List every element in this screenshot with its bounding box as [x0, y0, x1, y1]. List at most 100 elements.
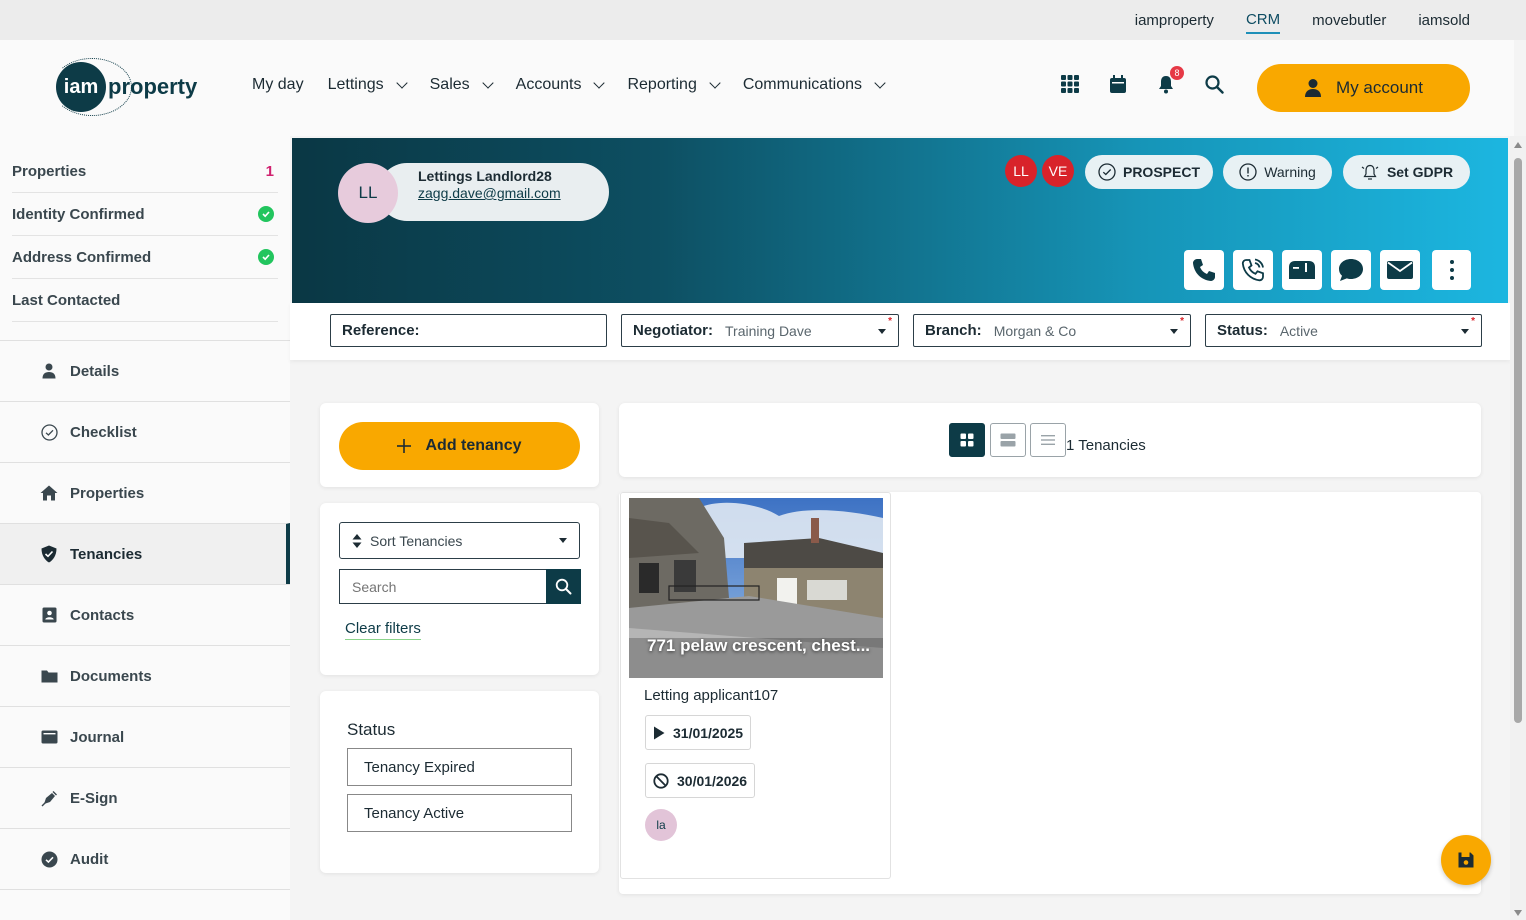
page-scrollbar[interactable] [1510, 136, 1526, 920]
status-select[interactable]: Status: Active * [1205, 314, 1482, 347]
list-view-icon [1041, 435, 1055, 445]
calendar-icon[interactable] [1108, 74, 1128, 94]
tenancy-filter-card: Sort Tenancies Clear filters [320, 503, 599, 675]
tenancy-search-input[interactable] [339, 569, 546, 604]
search-icon[interactable] [1204, 74, 1224, 94]
summary-last-contacted: Last Contacted [12, 279, 278, 322]
phone-icon [1193, 259, 1215, 281]
my-account-button[interactable]: My account [1257, 64, 1470, 112]
bell-icon[interactable]: 8 [1156, 66, 1184, 94]
grid-view-button[interactable] [949, 423, 985, 457]
status-option-expired[interactable]: Tenancy Expired [347, 748, 572, 786]
phone-button[interactable] [1184, 250, 1224, 290]
properties-count: 1 [265, 162, 274, 180]
nav-my-day[interactable]: My day [252, 76, 304, 94]
add-tenancy-button[interactable]: Add tenancy [339, 422, 580, 470]
shield-icon [40, 545, 58, 563]
contact-name: Lettings Landlord28 [418, 168, 552, 184]
search-icon [555, 578, 572, 595]
check-circle-icon [1098, 163, 1116, 181]
sidebar-item-journal[interactable]: Journal [0, 706, 290, 767]
warning-pill[interactable]: Warning [1223, 155, 1332, 189]
brand-link-movebutler[interactable]: movebutler [1312, 8, 1386, 33]
check-circle-icon [40, 423, 58, 441]
property-address: 771 pelaw crescent, chest... [647, 636, 871, 655]
sidebar-item-audit[interactable]: Audit [0, 828, 290, 890]
tenancy-search-button[interactable] [546, 569, 581, 604]
brand-link-iamsold[interactable]: iamsold [1418, 8, 1470, 33]
branch-select[interactable]: Branch: Morgan & Co * [913, 314, 1191, 347]
nav-reporting[interactable]: Reporting [627, 76, 721, 94]
check-icon [258, 249, 274, 265]
sidebar-item-tenancies[interactable]: Tenancies [0, 523, 290, 584]
contact-banner: Lettings Landlord28 zagg.dave@gmail.com … [292, 138, 1508, 303]
tag-avatar-ve[interactable]: VE [1042, 155, 1074, 187]
sidebar-item-checklist[interactable]: Checklist [0, 401, 290, 462]
nav-sales[interactable]: Sales [430, 76, 494, 94]
main-nav: My day Lettings Sales Accounts Reporting… [252, 76, 886, 94]
reference-field[interactable]: Reference: [330, 314, 607, 347]
sidebar-item-contacts[interactable]: Contacts [0, 584, 290, 645]
chevron-down-icon [874, 77, 886, 89]
set-gdpr-pill[interactable]: Set GDPR [1343, 155, 1470, 189]
sidebar-item-documents[interactable]: Documents [0, 645, 290, 706]
call-log-button[interactable] [1233, 250, 1273, 290]
tenancy-card[interactable]: 771 pelaw crescent, chest... Letting app… [620, 492, 891, 879]
more-options-button[interactable] [1432, 250, 1471, 290]
sidebar-item-details[interactable]: Details [0, 340, 290, 401]
tag-avatar-ll[interactable]: LL [1005, 155, 1037, 187]
brand-link-iamproperty[interactable]: iamproperty [1135, 8, 1214, 33]
apps-grid-icon[interactable] [1060, 74, 1080, 94]
email-button[interactable] [1380, 250, 1420, 290]
logo-mark: iam [52, 58, 132, 116]
list-view-button[interactable] [1030, 423, 1066, 457]
caret-down-icon [1170, 329, 1178, 334]
negotiator-select[interactable]: Negotiator: Training Dave * [621, 314, 899, 347]
sidebar-item-e-sign[interactable]: E-Sign [0, 767, 290, 828]
prospect-pill[interactable]: PROSPECT [1085, 155, 1213, 189]
contact-email[interactable]: zagg.dave@gmail.com [418, 185, 609, 201]
person-icon [1305, 79, 1322, 97]
scroll-down-arrow-icon[interactable] [1514, 910, 1522, 916]
tenant-avatar[interactable]: la [645, 809, 677, 841]
start-date-chip: 31/01/2025 [645, 715, 752, 750]
chevron-down-icon [395, 77, 408, 89]
top-bar: iamproperty CRM movebutler iamsold [0, 0, 1526, 40]
required-marker: * [1180, 316, 1184, 327]
save-button[interactable] [1441, 835, 1491, 885]
card-view-button[interactable] [990, 423, 1026, 457]
chevron-down-icon [709, 77, 721, 89]
card-view-icon [1000, 433, 1016, 447]
summary-address-confirmed: Address Confirmed [12, 236, 278, 279]
brand-link-crm[interactable]: CRM [1245, 7, 1281, 34]
status-option-active[interactable]: Tenancy Active [347, 794, 572, 832]
scroll-up-arrow-icon[interactable] [1514, 142, 1522, 148]
brand-switcher: iamproperty CRM movebutler iamsold [1135, 0, 1470, 40]
sidebar-item-properties[interactable]: Properties [0, 462, 290, 523]
chevron-down-icon [481, 77, 494, 89]
save-icon [1458, 852, 1474, 868]
end-date-chip: 30/01/2026 [645, 763, 756, 798]
play-icon [654, 726, 665, 739]
notification-badge: 8 [1170, 66, 1184, 80]
caret-down-icon [1461, 329, 1469, 334]
nav-lettings[interactable]: Lettings [328, 76, 408, 94]
avatar: LL [338, 163, 398, 223]
contact-name-pill: Lettings Landlord28 zagg.dave@gmail.com [378, 163, 609, 221]
nav-accounts[interactable]: Accounts [516, 76, 606, 94]
chat-button[interactable] [1331, 250, 1371, 290]
mailbox-button[interactable] [1282, 250, 1322, 290]
header-icons: 8 [1060, 66, 1224, 94]
caret-down-icon [559, 538, 567, 543]
tenant-name: Letting applicant107 [644, 687, 779, 704]
nav-communications[interactable]: Communications [743, 76, 886, 94]
person-icon [40, 362, 58, 380]
home-icon [40, 484, 58, 502]
sort-tenancies-select[interactable]: Sort Tenancies [339, 522, 580, 559]
status-filter-title: Status [347, 720, 396, 739]
scrollbar-thumb[interactable] [1514, 158, 1522, 723]
summary-identity-confirmed: Identity Confirmed [12, 193, 278, 236]
clear-filters-link[interactable]: Clear filters [345, 620, 421, 640]
logo[interactable]: iam property [52, 58, 197, 116]
status-filter-card: Status Tenancy Expired Tenancy Active [320, 691, 599, 873]
